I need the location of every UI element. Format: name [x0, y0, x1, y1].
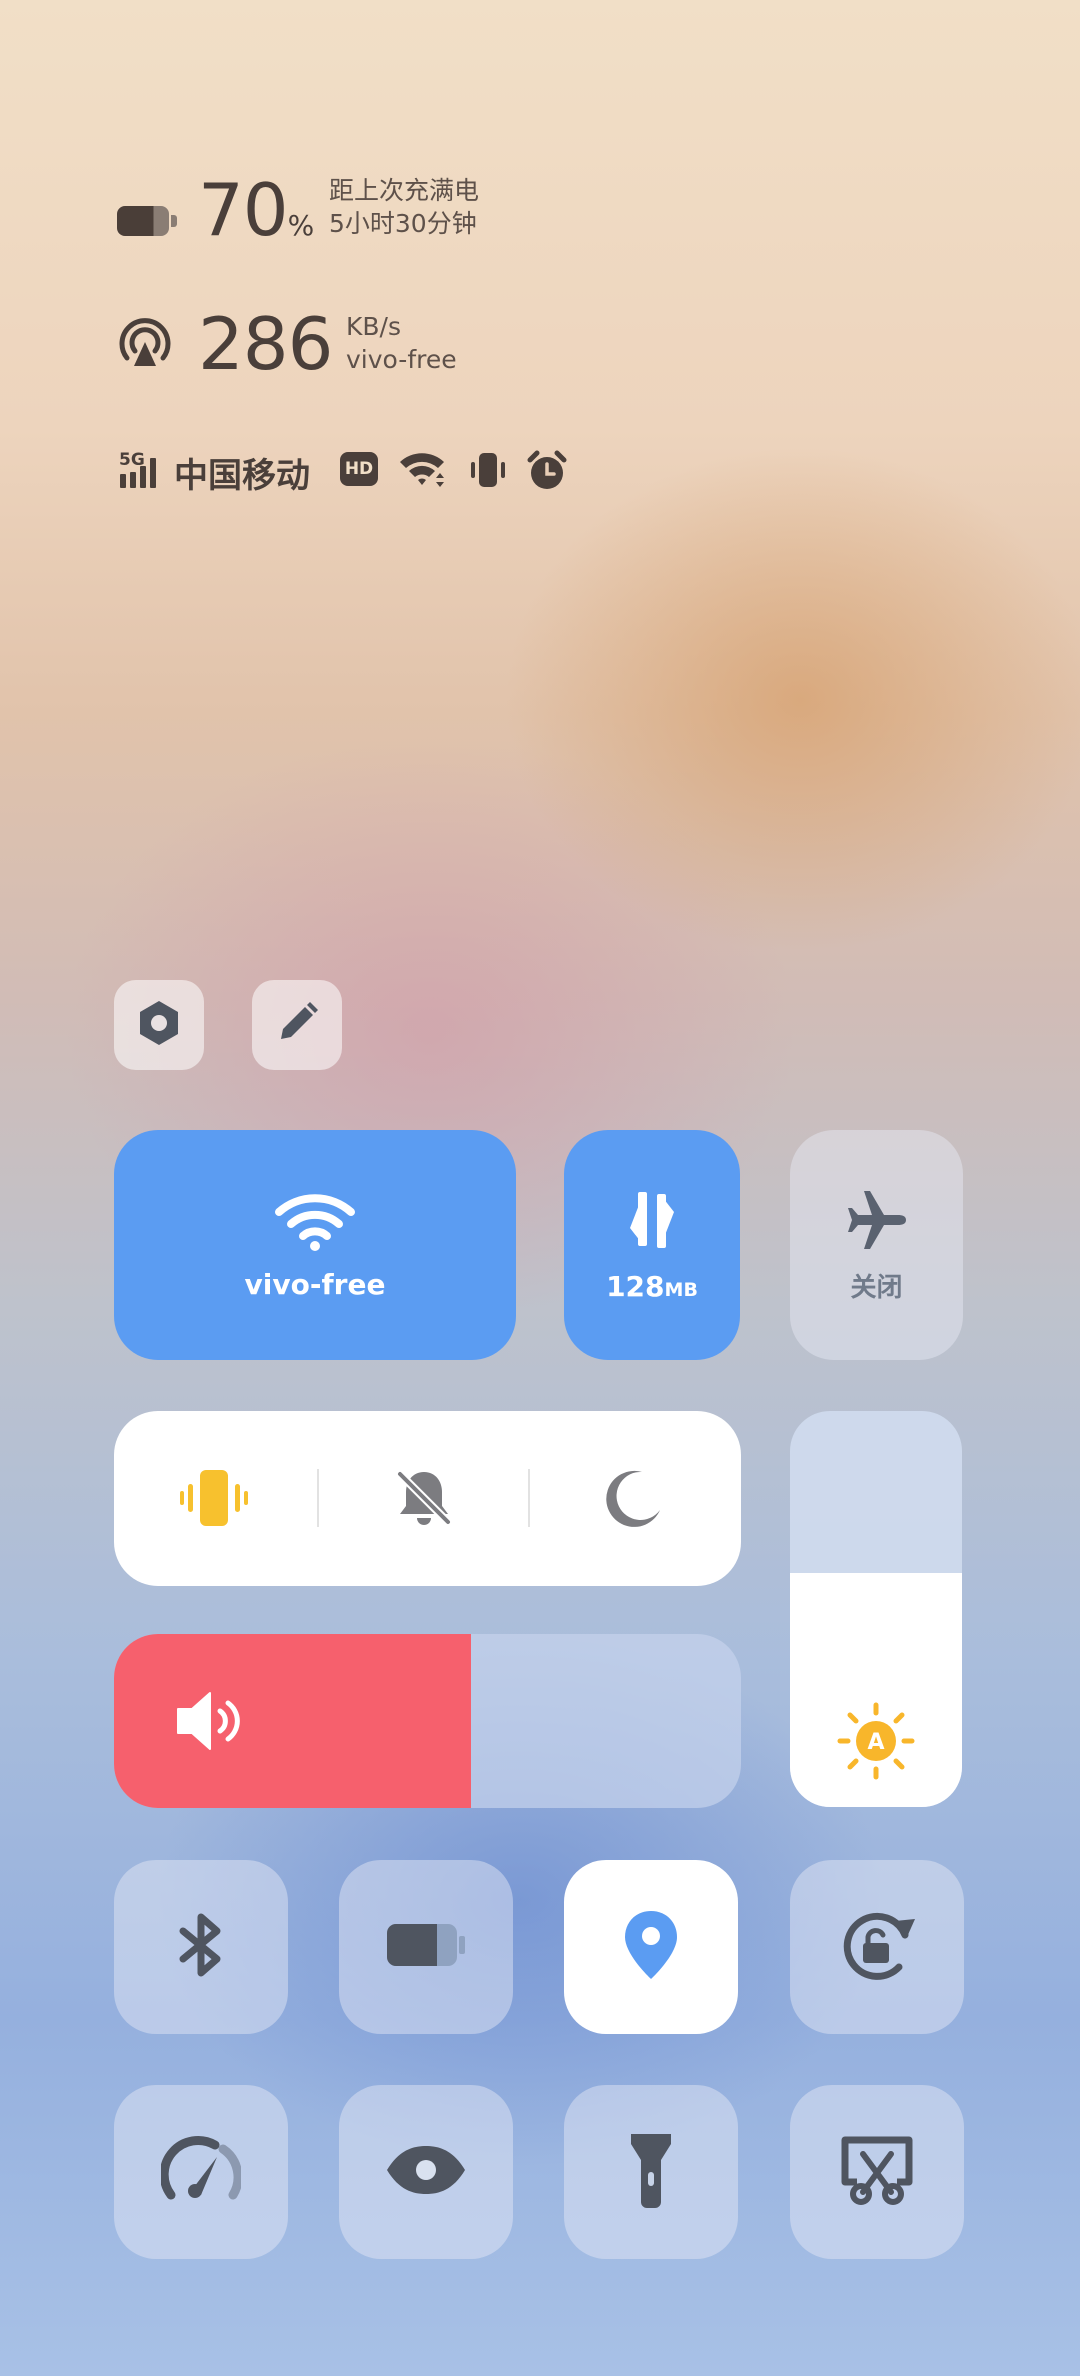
settings-button[interactable] — [114, 980, 204, 1070]
screenshot-toggle[interactable] — [790, 2085, 964, 2259]
alarm-status-icon — [526, 450, 568, 496]
battery-duration: 5小时30分钟 — [329, 209, 477, 238]
airplane-mode-tile[interactable]: 关闭 — [790, 1130, 963, 1360]
carrier-name: 中国移动 — [174, 456, 310, 496]
hotspot-icon — [116, 314, 174, 376]
volume-slider[interactable] — [114, 1634, 741, 1808]
ringer-divider — [317, 1469, 319, 1527]
location-toggle[interactable] — [564, 1860, 738, 2034]
battery-level-icon — [117, 206, 177, 236]
wifi-tile[interactable]: vivo-free — [114, 1130, 516, 1360]
battery-usage-info: 距上次充满电 5小时30分钟 — [329, 174, 479, 240]
brightness-slider[interactable]: A — [790, 1411, 962, 1807]
data-usage-value: 128 — [606, 1269, 665, 1303]
rotation-lock-toggle[interactable] — [790, 1860, 964, 2034]
edit-icon — [271, 997, 323, 1053]
battery-percent: 70 — [198, 168, 289, 252]
battery-saver-toggle[interactable] — [339, 1860, 513, 2034]
vibrate-status-icon — [466, 450, 510, 494]
moon-icon — [602, 1470, 666, 1534]
performance-mode-toggle[interactable] — [114, 2085, 288, 2259]
wifi-status-icon — [398, 448, 446, 494]
edit-button[interactable] — [252, 980, 342, 1070]
data-transfer-icon — [624, 1188, 680, 1256]
location-pin-icon — [621, 1909, 681, 1985]
settings-icon — [133, 997, 185, 1053]
ringer-mode-bar — [114, 1411, 741, 1586]
airplane-icon — [844, 1187, 910, 1257]
hd-badge-label: HD — [344, 459, 374, 479]
do-not-disturb-button[interactable] — [602, 1466, 666, 1534]
speedometer-icon — [159, 2135, 243, 2209]
mute-mode-button[interactable] — [392, 1466, 456, 1534]
bluetooth-icon — [173, 1909, 229, 1985]
network-info: KB/s vivo-free — [346, 310, 457, 376]
eye-icon — [385, 2144, 467, 2200]
brightness-mode-label: A — [867, 1730, 884, 1755]
bell-off-icon — [392, 1470, 456, 1534]
eye-protection-toggle[interactable] — [339, 2085, 513, 2259]
battery-since-label: 距上次充满电 — [329, 176, 480, 205]
bluetooth-toggle[interactable] — [114, 1860, 288, 2034]
wifi-icon — [275, 1190, 355, 1256]
ringer-divider — [528, 1469, 530, 1527]
wifi-tile-label: vivo-free — [244, 1267, 386, 1301]
network-speed-unit: KB/s — [346, 312, 401, 341]
hd-icon: HD — [340, 452, 378, 486]
data-usage-unit: MB — [664, 1278, 698, 1301]
airplane-mode-label: 关闭 — [850, 1272, 903, 1303]
flashlight-icon — [627, 2130, 675, 2214]
rotation-lock-icon — [837, 1905, 917, 1989]
volume-slider-fill — [114, 1634, 472, 1808]
auto-brightness-icon: A — [836, 1701, 916, 1785]
network-ssid: vivo-free — [346, 345, 457, 374]
vibrate-mode-button[interactable] — [178, 1466, 250, 1534]
vibrate-icon — [178, 1470, 250, 1534]
flashlight-toggle[interactable] — [564, 2085, 738, 2259]
battery-percent-unit: % — [287, 209, 315, 242]
battery-percent-display: 70% — [198, 174, 314, 246]
speaker-icon — [174, 1689, 246, 1757]
mobile-data-tile[interactable]: 128MB — [564, 1130, 740, 1360]
data-usage: 128MB — [606, 1270, 698, 1303]
battery-icon — [385, 1922, 467, 1972]
signal-5g-icon: 5G — [118, 448, 162, 494]
network-speed: 286 — [198, 302, 333, 386]
screenshot-scissors-icon — [839, 2134, 915, 2210]
